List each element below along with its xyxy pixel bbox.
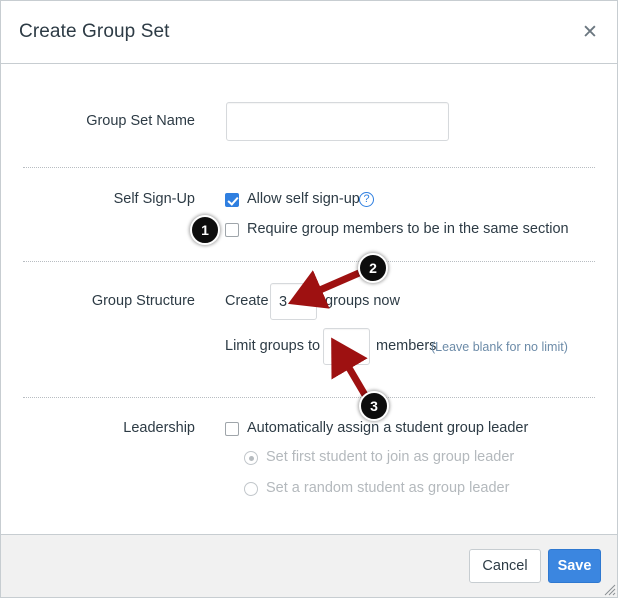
limit-suffix-label: members	[376, 338, 437, 354]
page-title: Create Group Set	[19, 21, 170, 42]
create-group-set-dialog: Create Group Set ✕ Group Set Name Self S…	[0, 0, 618, 598]
leader-option-random-label[interactable]: Set a random student as group leader	[266, 480, 509, 496]
group-structure-label: Group Structure	[91, 293, 195, 309]
divider-2	[23, 261, 595, 262]
self-sign-up-label: Self Sign-Up	[113, 191, 195, 207]
allow-self-signup-checkbox[interactable]	[225, 193, 239, 207]
group-set-name-input[interactable]	[226, 102, 449, 141]
create-prefix-label: Create	[225, 293, 269, 309]
create-groups-count-input[interactable]	[270, 283, 317, 320]
annotation-badge-3: 3	[359, 391, 389, 421]
auto-assign-leader-label[interactable]: Automatically assign a student group lea…	[247, 420, 528, 436]
close-icon[interactable]: ✕	[579, 21, 601, 43]
annotation-badge-1: 1	[190, 215, 220, 245]
resize-handle-icon	[604, 584, 616, 596]
leadership-label: Leadership	[123, 420, 195, 436]
help-icon[interactable]: ?	[359, 192, 374, 207]
require-same-section-label[interactable]: Require group members to be in the same …	[247, 221, 569, 237]
limit-prefix-label: Limit groups to	[225, 338, 321, 354]
cancel-button[interactable]: Cancel	[469, 549, 541, 583]
auto-assign-leader-checkbox[interactable]	[225, 422, 239, 436]
annotation-badge-2: 2	[358, 253, 388, 283]
require-same-section-checkbox[interactable]	[225, 223, 239, 237]
limit-hint-label: (Leave blank for no limit)	[431, 340, 568, 354]
group-set-name-label: Group Set Name	[86, 113, 195, 129]
dialog-footer: Cancel Save	[1, 534, 617, 597]
dialog-header: Create Group Set ✕	[1, 1, 617, 64]
divider-3	[23, 397, 595, 398]
divider-1	[23, 167, 595, 168]
leader-option-first-label[interactable]: Set first student to join as group leade…	[266, 449, 514, 465]
create-suffix-label: groups now	[325, 293, 400, 309]
save-button[interactable]: Save	[548, 549, 601, 583]
dialog-body: Group Set Name Self Sign-Up Allow self s…	[1, 65, 617, 533]
limit-members-input[interactable]	[323, 328, 370, 365]
leader-option-first-radio[interactable]	[244, 451, 258, 465]
allow-self-signup-label[interactable]: Allow self sign-up	[247, 191, 360, 207]
leader-option-random-radio[interactable]	[244, 482, 258, 496]
